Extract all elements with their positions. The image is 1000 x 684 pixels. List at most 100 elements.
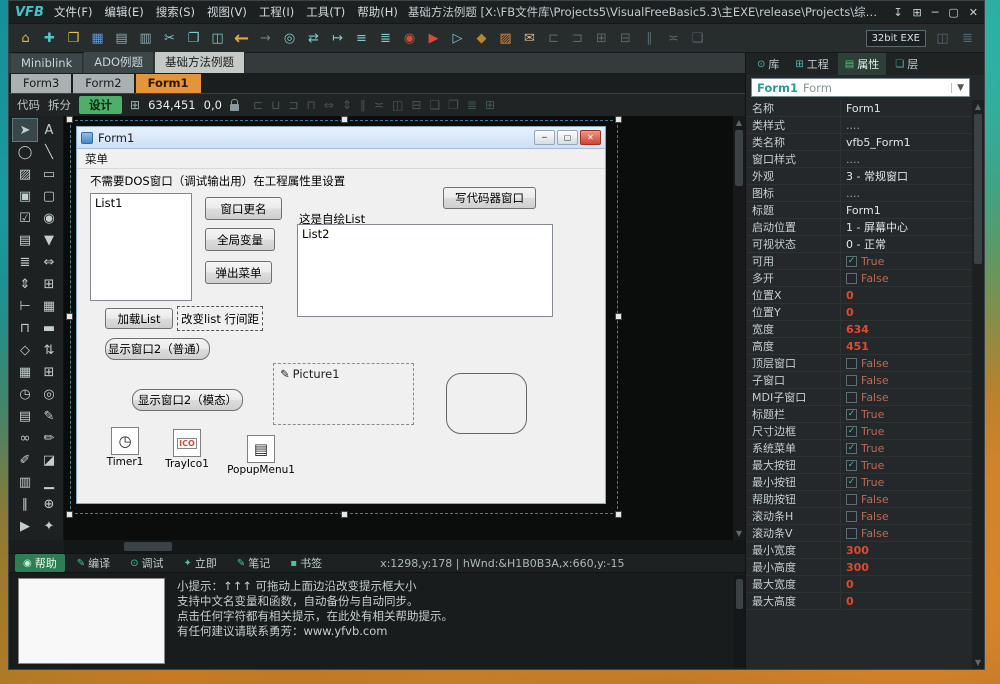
property-row[interactable]: 顶层窗口 False — [746, 355, 972, 372]
menu-help[interactable]: 帮助(H) — [357, 4, 398, 20]
find-icon[interactable]: ◎ — [279, 28, 300, 49]
property-row[interactable]: 多开 False — [746, 270, 972, 287]
scroll-up-icon[interactable]: ▲ — [972, 102, 984, 111]
property-checkbox[interactable] — [846, 459, 857, 471]
hscroll-tool[interactable]: ⇔ — [37, 251, 61, 273]
designed-form-close-button[interactable]: ✕ — [580, 130, 601, 145]
slider-tool[interactable]: ◇ — [13, 339, 37, 361]
help-scrollbar[interactable] — [734, 575, 745, 667]
grid-layout-icon[interactable]: ⊞ — [591, 28, 612, 49]
rounded-shape[interactable] — [446, 373, 527, 434]
property-row[interactable]: 滚动条V False — [746, 525, 972, 542]
design-vertical-scrollbar[interactable]: ▲ ▼ — [733, 116, 745, 540]
scroll-down-icon[interactable]: ▼ — [733, 529, 745, 538]
check-box-tool[interactable]: ☑ — [13, 207, 37, 229]
designed-form-minimize-button[interactable]: ─ — [534, 130, 555, 145]
designed-form[interactable]: Form1 ─ ▢ ✕ 菜单 不需要DOS窗口（调试输出用）在工程属性里设置 L… — [76, 126, 606, 504]
line-tool[interactable]: ╲ — [37, 141, 61, 163]
split-view-button[interactable]: 拆分 — [48, 97, 71, 113]
help-listbox[interactable] — [18, 578, 165, 664]
timer-tool[interactable]: ◷ — [13, 383, 37, 405]
property-checkbox[interactable] — [846, 442, 857, 454]
resize-handle-bottom-middle[interactable] — [341, 511, 348, 518]
property-row[interactable]: 窗口样式 .... — [746, 151, 972, 168]
property-row[interactable]: MDI子窗口 False — [746, 389, 972, 406]
status-tab-compile[interactable]: ✎ 编译 — [69, 554, 118, 572]
property-checkbox[interactable] — [846, 527, 857, 539]
property-row[interactable]: 标题 Form1 — [746, 202, 972, 219]
property-row[interactable]: 外观 3 - 常规窗口 — [746, 168, 972, 185]
splitter-tool[interactable]: ∥ — [13, 493, 37, 515]
maximize-button[interactable]: ▢ — [948, 6, 958, 19]
lock-icon[interactable] — [229, 98, 239, 111]
form-designer-canvas[interactable]: Form1 ─ ▢ ✕ 菜单 不需要DOS窗口（调试输出用）在工程属性里设置 L… — [64, 116, 733, 540]
property-checkbox[interactable] — [846, 493, 857, 505]
property-row[interactable]: 类名称 vfb5_Form1 — [746, 134, 972, 151]
new-project-icon[interactable]: ✚ — [39, 28, 60, 49]
props-tab-project[interactable]: ⊞ 工程 — [788, 53, 835, 75]
status-tab-help[interactable]: ◉ 帮助 — [15, 554, 65, 572]
property-row[interactable]: 系统菜单 True — [746, 440, 972, 457]
designed-form-menu-item[interactable]: 菜单 — [85, 151, 108, 167]
step-debug-icon[interactable]: ▷ — [447, 28, 468, 49]
designed-form-maximize-button[interactable]: ▢ — [557, 130, 578, 145]
property-checkbox[interactable] — [846, 255, 857, 267]
property-row[interactable]: 最大高度 0 — [746, 593, 972, 610]
text-box-tool[interactable]: ▤ — [13, 229, 37, 251]
run-icon[interactable]: ▶ — [423, 28, 444, 49]
property-checkbox[interactable] — [846, 391, 857, 403]
statusbar-tool[interactable]: ▁ — [37, 471, 61, 493]
bring-front-icon[interactable]: ❏ — [429, 98, 440, 112]
project-tab-basic-methods[interactable]: 基础方法例题 — [155, 52, 246, 73]
global-variable-button[interactable]: 全局变量 — [205, 228, 275, 251]
pen-tool[interactable]: ✏ — [37, 427, 61, 449]
property-row[interactable]: 最大按钮 True — [746, 457, 972, 474]
chart-tool[interactable]: ◪ — [37, 449, 61, 471]
save-all-icon[interactable]: ▤ — [111, 28, 132, 49]
undo-icon[interactable]: ← — [231, 28, 252, 49]
line-spacing-label[interactable]: 改变list 行间距 — [177, 306, 263, 331]
design-horizontal-scrollbar[interactable] — [9, 540, 745, 553]
window-cascade-icon[interactable]: ❏ — [687, 28, 708, 49]
button-tool[interactable]: ▢ — [37, 185, 61, 207]
property-row[interactable]: 可视状态 0 - 正常 — [746, 236, 972, 253]
same-width-icon[interactable]: ⇔ — [324, 98, 334, 112]
minimize-button[interactable]: ─ — [932, 6, 939, 19]
property-row[interactable]: 名称 Form1 — [746, 100, 972, 117]
status-tab-debug[interactable]: ⊙ 调试 — [122, 554, 171, 572]
design-hscroll-thumb[interactable] — [124, 542, 172, 551]
property-row[interactable]: 类样式 .... — [746, 117, 972, 134]
v-spacing-icon[interactable]: ≍ — [374, 98, 384, 112]
props-tab-library[interactable]: ⊙ 库 — [750, 53, 786, 75]
align-rights-icon[interactable]: ⊐ — [288, 98, 298, 112]
show-window2-modal-button[interactable]: 显示窗口2（模态） — [132, 389, 243, 411]
picture-box-picture1[interactable]: ✎ Picture1 — [273, 363, 414, 425]
project-tab-miniblink[interactable]: Miniblink — [11, 54, 84, 73]
property-checkbox[interactable] — [846, 510, 857, 522]
title-bar[interactable]: VFB 文件(F) 编辑(E) 搜索(S) 视图(V) 工程(I) 工具(T) … — [9, 1, 984, 23]
property-row[interactable]: 最大宽度 0 — [746, 576, 972, 593]
property-checkbox[interactable] — [846, 272, 857, 284]
props-tab-layers[interactable]: ❏ 层 — [888, 53, 925, 75]
menu-view[interactable]: 视图(V) — [207, 4, 247, 20]
vscroll-tool[interactable]: ⇕ — [13, 273, 37, 295]
property-row[interactable]: 图标 .... — [746, 185, 972, 202]
print-icon[interactable]: ▥ — [135, 28, 156, 49]
image-manager-icon[interactable]: ▨ — [495, 28, 516, 49]
tray-icon-tool[interactable]: ◎ — [37, 383, 61, 405]
property-row[interactable]: 滚动条H False — [746, 508, 972, 525]
comment-icon[interactable]: ≡ — [351, 28, 372, 49]
listbox-list2[interactable]: List2 — [297, 224, 553, 317]
property-row[interactable]: 子窗口 False — [746, 372, 972, 389]
shape-tool[interactable]: ◯ — [13, 141, 37, 163]
media-tool[interactable]: ▶ — [13, 515, 37, 537]
build-icon[interactable]: ◉ — [399, 28, 420, 49]
send-back-icon[interactable]: ❐ — [448, 98, 459, 112]
help-scroll-thumb[interactable] — [736, 579, 743, 609]
menu-file[interactable]: 文件(F) — [54, 4, 93, 20]
hyperlink-tool[interactable]: ∞ — [13, 427, 37, 449]
form-tab-form1[interactable]: Form1 — [135, 74, 201, 93]
property-row[interactable]: 高度 451 — [746, 338, 972, 355]
split-layout-icon[interactable]: ⊟ — [615, 28, 636, 49]
picture-box-tool[interactable]: ▣ — [13, 185, 37, 207]
